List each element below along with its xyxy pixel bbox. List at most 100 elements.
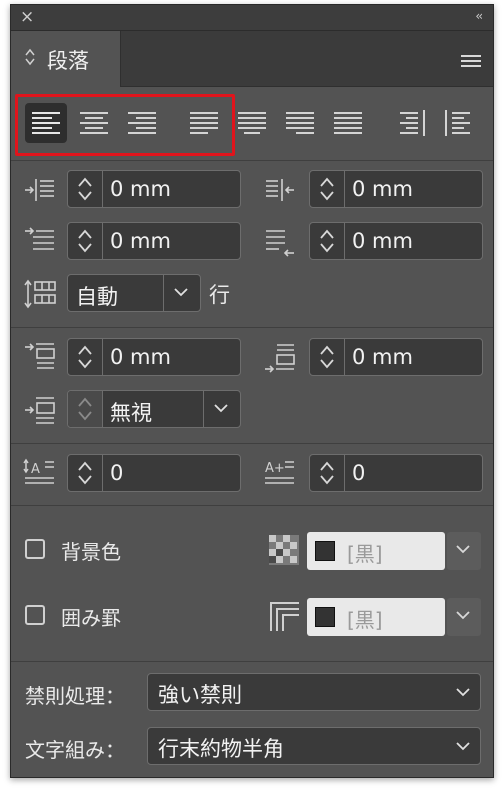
justify-center-button[interactable] xyxy=(231,103,273,143)
mojikumi-label: 文字組み： xyxy=(25,738,125,762)
shading-color-field[interactable]: [黒] xyxy=(307,532,445,570)
justify-right-button[interactable] xyxy=(279,103,321,143)
chevron-down-icon[interactable] xyxy=(163,275,200,311)
align-right-button[interactable] xyxy=(121,103,163,143)
divider xyxy=(11,160,493,161)
border-style-icon[interactable] xyxy=(267,599,301,633)
stepper-arrows[interactable] xyxy=(68,171,103,207)
align-toward-spine-icon xyxy=(400,110,425,136)
first-line-indent-icon xyxy=(25,227,54,250)
left-indent-field[interactable]: 0 mm xyxy=(67,170,241,208)
panel-titlebar: × ‹‹ xyxy=(11,5,493,31)
align-left-icon xyxy=(32,112,60,134)
stepper-arrows[interactable] xyxy=(68,455,103,491)
grid-align-dropdown[interactable]: 無視 xyxy=(67,390,241,428)
leading-suffix: 行 xyxy=(209,283,230,307)
svg-text:A: A xyxy=(31,462,40,477)
space-before-icon xyxy=(25,343,55,369)
align-right-icon xyxy=(128,112,156,134)
grid-align-icon xyxy=(25,397,55,424)
tab-paragraph[interactable]: 段落 xyxy=(11,31,121,87)
border-checkbox[interactable] xyxy=(25,605,45,625)
align-toward-spine-button[interactable] xyxy=(391,103,433,143)
paragraph-panel: × ‹‹ 段落 0 mm 0 mm 0 mm 0 mm 自動 行 0 mm 0 … xyxy=(10,4,494,778)
svg-text:A+: A+ xyxy=(265,461,285,476)
last-line-indent-icon xyxy=(266,230,294,257)
grid-align-value: 無視 xyxy=(110,401,152,425)
chevron-down-icon xyxy=(456,611,470,620)
shading-label: 背景色 xyxy=(61,540,121,564)
shading-checkbox[interactable] xyxy=(25,539,45,559)
justify-all-icon xyxy=(334,112,362,134)
space-before-field[interactable]: 0 mm xyxy=(67,338,241,376)
chevron-down-icon xyxy=(456,742,470,751)
divider xyxy=(11,505,493,506)
updown-icon xyxy=(25,48,35,66)
last-line-indent-field[interactable]: 0 mm xyxy=(309,222,483,260)
mojikumi-dropdown[interactable]: 行末約物半角 xyxy=(147,727,481,765)
align-away-from-spine-button[interactable] xyxy=(437,103,479,143)
justify-left-icon xyxy=(190,112,218,134)
space-before-value: 0 mm xyxy=(110,345,171,369)
border-color-dropdown[interactable] xyxy=(447,598,481,636)
border-color-field[interactable]: [黒] xyxy=(307,598,445,636)
stepper-arrows xyxy=(68,391,103,427)
stepper-arrows[interactable] xyxy=(68,339,103,375)
align-away-from-spine-icon xyxy=(445,110,470,136)
left-indent-icon xyxy=(25,179,54,201)
stepper-arrows[interactable] xyxy=(310,455,345,491)
dropcap-chars-field[interactable]: 0 xyxy=(309,454,483,492)
shading-row: 背景色 xyxy=(25,536,245,566)
stepper-arrows[interactable] xyxy=(310,171,345,207)
divider xyxy=(11,327,493,328)
kinsoku-label: 禁則処理： xyxy=(25,684,125,708)
shading-color-text: [黒] xyxy=(347,542,383,566)
shading-pattern-icon[interactable] xyxy=(267,533,301,567)
dropcap-lines-field[interactable]: 0 xyxy=(67,454,241,492)
kinsoku-value: 強い禁則 xyxy=(158,683,242,707)
align-center-button[interactable] xyxy=(73,103,115,143)
justify-all-button[interactable] xyxy=(327,103,369,143)
tab-label: 段落 xyxy=(47,49,89,73)
justify-left-button[interactable] xyxy=(183,103,225,143)
align-left-button[interactable] xyxy=(25,103,67,143)
divider xyxy=(11,661,493,662)
alignment-row xyxy=(11,89,493,159)
close-icon[interactable]: × xyxy=(20,8,34,26)
dropcap-chars-icon: A+ xyxy=(265,461,294,484)
leading-dropdown[interactable]: 自動 xyxy=(67,274,201,312)
stepper-arrows[interactable] xyxy=(310,223,345,259)
color-swatch xyxy=(315,607,335,627)
border-label: 囲み罫 xyxy=(61,606,121,630)
dropcap-lines-value: 0 xyxy=(110,461,124,485)
last-line-indent-value: 0 mm xyxy=(352,229,413,253)
kinsoku-dropdown[interactable]: 強い禁則 xyxy=(147,673,481,711)
right-indent-icon xyxy=(266,179,294,201)
chevron-down-icon[interactable] xyxy=(203,391,240,427)
dropcap-lines-icon: A xyxy=(23,458,54,484)
space-after-field[interactable]: 0 mm xyxy=(309,338,483,376)
dropcap-chars-value: 0 xyxy=(352,461,366,485)
leading-icon xyxy=(24,279,56,309)
tab-row: 段落 xyxy=(11,31,493,87)
right-indent-value: 0 mm xyxy=(352,177,413,201)
chevron-down-icon xyxy=(456,545,470,554)
left-indent-value: 0 mm xyxy=(110,177,171,201)
first-line-indent-field[interactable]: 0 mm xyxy=(67,222,241,260)
stepper-arrows[interactable] xyxy=(310,339,345,375)
space-after-icon xyxy=(265,344,295,373)
space-after-value: 0 mm xyxy=(352,345,413,369)
shading-color-dropdown[interactable] xyxy=(447,532,481,570)
border-color-text: [黒] xyxy=(347,608,383,632)
chevron-down-icon xyxy=(456,688,470,697)
stepper-arrows[interactable] xyxy=(68,223,103,259)
panel-menu-icon[interactable] xyxy=(461,55,481,67)
justify-right-icon xyxy=(286,112,314,134)
mojikumi-value: 行末約物半角 xyxy=(158,737,284,761)
right-indent-field[interactable]: 0 mm xyxy=(309,170,483,208)
first-line-indent-value: 0 mm xyxy=(110,229,171,253)
divider xyxy=(11,443,493,444)
color-swatch xyxy=(315,541,335,561)
collapse-icon[interactable]: ‹‹ xyxy=(475,9,482,23)
justify-center-icon xyxy=(238,112,266,134)
